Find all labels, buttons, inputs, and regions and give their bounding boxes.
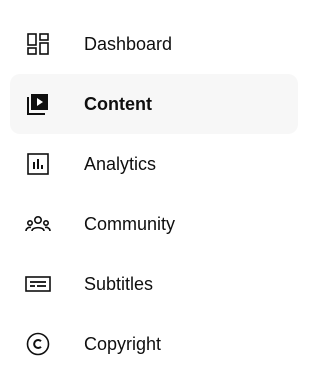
sidebar-item-label: Content	[84, 94, 152, 114]
sidebar-nav: Dashboard Content Analytics Community Su…	[0, 14, 308, 374]
copyright-icon	[25, 332, 51, 356]
active-highlight	[10, 74, 298, 134]
sidebar-item-label: Analytics	[84, 154, 157, 174]
sidebar-item-analytics[interactable]: Analytics	[0, 134, 308, 194]
sidebar-item-copyright[interactable]: Copyright	[0, 314, 308, 374]
analytics-icon	[25, 152, 51, 176]
content-icon	[25, 92, 51, 116]
sidebar-item-label: Dashboard	[84, 34, 173, 54]
dashboard-icon	[25, 32, 51, 56]
sidebar-item-community[interactable]: Community	[0, 194, 308, 254]
subtitles-icon	[25, 272, 51, 296]
sidebar-item-label: Subtitles	[84, 274, 154, 294]
sidebar-item-label: Copyright	[84, 334, 162, 354]
sidebar-item-content[interactable]: Content	[0, 74, 308, 134]
community-icon	[25, 212, 51, 236]
sidebar-item-label: Community	[84, 214, 176, 234]
sidebar-item-subtitles[interactable]: Subtitles	[0, 254, 308, 314]
sidebar-item-dashboard[interactable]: Dashboard	[0, 14, 308, 74]
